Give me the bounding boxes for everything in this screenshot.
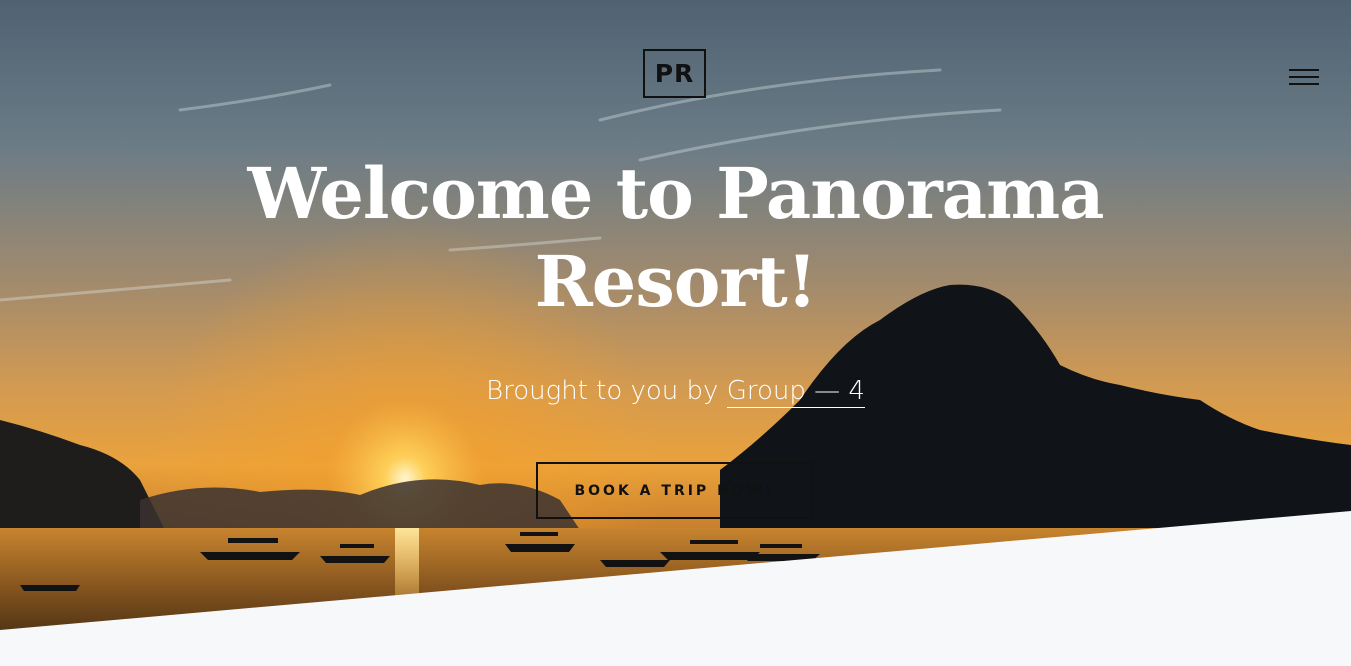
hamburger-menu-icon[interactable] <box>1286 66 1322 88</box>
hero-subtitle-prefix: Brought to you by <box>486 376 727 406</box>
group-link[interactable]: Group — 4 <box>726 376 865 408</box>
menu-bar-bottom <box>1289 83 1319 85</box>
site-logo[interactable]: PR <box>643 49 706 98</box>
hero-section: PR Welcome to Panorama Resort! Brought t… <box>0 0 1351 666</box>
hero-title-line2: Resort! <box>534 240 818 323</box>
hero-title-line1: Welcome to Panorama <box>247 152 1104 235</box>
hero-title: Welcome to Panorama Resort! <box>0 150 1351 326</box>
menu-bar-top <box>1289 69 1319 71</box>
menu-bar-middle <box>1289 76 1319 78</box>
hero-subtitle: Brought to you by Group — 4 <box>0 373 1351 409</box>
book-trip-button[interactable]: BOOK A TRIP NOW! <box>536 462 813 519</box>
hero-background-image <box>0 0 1351 666</box>
